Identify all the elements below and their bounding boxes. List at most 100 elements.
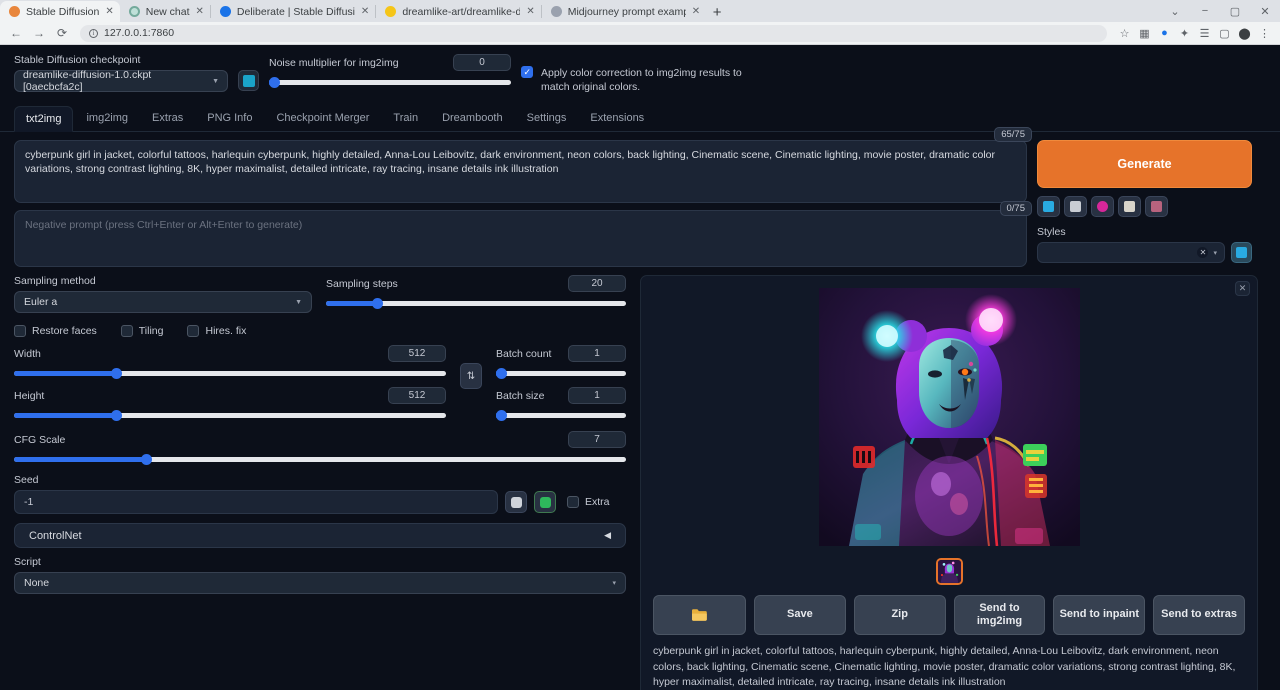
tab-img2img[interactable]: img2img [75,106,139,132]
slider-knob[interactable] [111,368,122,379]
save-style-icon [1151,201,1162,212]
zip-button[interactable]: Zip [854,595,946,635]
tab-dreambooth[interactable]: Dreambooth [431,106,514,132]
tab-settings[interactable]: Settings [516,106,578,132]
slider-knob[interactable] [141,454,152,465]
tab-close-icon[interactable]: ✕ [526,7,534,17]
color-correction-group[interactable]: Apply color correction to img2img result… [521,66,751,94]
tab-close-icon[interactable]: ✕ [105,7,113,17]
forward-icon[interactable]: → [29,23,49,43]
apply-style-button[interactable] [1231,242,1252,263]
open-folder-button[interactable] [653,595,746,635]
tab-close-icon[interactable]: ✕ [196,7,204,17]
browser-tab-3[interactable]: dreamlike-art/dreamlike-diffusio ✕ [376,1,540,22]
result-image[interactable] [819,288,1080,546]
minimize-button[interactable]: − [1190,0,1220,22]
sampling-method-select[interactable]: Euler a ▼ [14,291,312,313]
address-bar[interactable]: i 127.0.0.1:7860 [80,25,1107,42]
tab-txt2img[interactable]: txt2img [14,106,73,132]
sampling-steps-value[interactable]: 20 [568,275,626,292]
tiling-checkbox[interactable] [121,325,133,337]
tab-png-info[interactable]: PNG Info [196,106,263,132]
paste-params-button[interactable] [1118,196,1141,217]
tab-extras[interactable]: Extras [141,106,194,132]
noise-multiplier-slider[interactable] [269,75,511,89]
extra-seed-checkbox[interactable] [567,496,579,508]
profile-sync-icon[interactable]: ● [1155,24,1174,43]
browser-tab-2[interactable]: Deliberate | Stable Diffusion Che ✕ [211,1,375,22]
send-to-inpaint-button[interactable]: Send to inpaint [1053,595,1145,635]
extension-puzzle-icon[interactable]: ✦ [1175,24,1194,43]
tab-search-icon[interactable]: ⌄ [1160,0,1190,22]
restore-faces-toggle[interactable]: Restore faces [14,325,97,337]
script-select[interactable]: None ▾ [14,572,626,594]
save-style-button[interactable] [1145,196,1168,217]
hires-fix-toggle[interactable]: Hires. fix [187,325,246,337]
bookmark-star-icon[interactable]: ☆ [1115,24,1134,43]
restore-progress-button[interactable] [1037,196,1060,217]
width-slider[interactable] [14,366,446,380]
prompt-input[interactable]: cyberpunk girl in jacket, colorful tatto… [14,140,1027,203]
maximize-button[interactable]: ▢ [1220,0,1250,22]
folder-open-icon [691,608,708,622]
sampling-steps-slider[interactable] [326,296,626,310]
hires-fix-checkbox[interactable] [187,325,199,337]
send-to-img2img-button[interactable]: Send to img2img [954,595,1046,635]
reading-list-icon[interactable]: ☰ [1195,24,1214,43]
close-image-button[interactable]: ✕ [1235,281,1250,296]
refresh-checkpoint-button[interactable] [238,70,259,91]
slider-knob[interactable] [111,410,122,421]
browser-tab-0[interactable]: Stable Diffusion ✕ [0,1,120,22]
send-to-extras-button[interactable]: Send to extras [1153,595,1245,635]
slider-knob[interactable] [269,77,280,88]
sidepanel-icon[interactable]: ▢ [1215,24,1234,43]
save-button[interactable]: Save [754,595,846,635]
tab-train[interactable]: Train [382,106,429,132]
checkpoint-select[interactable]: dreamlike-diffusion-1.0.ckpt [0aecbcfa2c… [14,70,228,92]
new-tab-button[interactable]: + [706,2,728,22]
styles-select[interactable]: ✕ ▾ [1037,242,1225,263]
random-seed-button[interactable] [505,491,527,513]
cfg-scale-slider[interactable] [14,452,626,466]
tiling-toggle[interactable]: Tiling [121,325,164,337]
seed-input[interactable]: -1 [14,490,498,514]
extensions-icon[interactable]: ▦ [1135,24,1154,43]
generate-button[interactable]: Generate [1037,140,1252,188]
height-value[interactable]: 512 [388,387,446,404]
batch-count-value[interactable]: 1 [568,345,626,362]
back-icon[interactable]: ← [6,23,26,43]
slider-knob[interactable] [496,368,507,379]
reuse-seed-button[interactable] [534,491,556,513]
controlnet-accordion[interactable]: ControlNet ◀ [14,523,626,548]
height-slider[interactable] [14,408,446,422]
color-correction-checkbox[interactable] [521,66,533,78]
browser-tab-4[interactable]: Midjourney prompt examples : L ✕ [542,1,706,22]
tab-close-icon[interactable]: ✕ [692,7,700,17]
batch-size-slider[interactable] [496,408,626,422]
tab-checkpoint-merger[interactable]: Checkpoint Merger [265,106,380,132]
site-info-icon[interactable]: i [89,29,98,38]
tab-extensions[interactable]: Extensions [579,106,655,132]
width-value[interactable]: 512 [388,345,446,362]
tab-close-icon[interactable]: ✕ [361,7,369,17]
show-extra-networks-button[interactable] [1091,196,1114,217]
noise-multiplier-value[interactable]: 0 [453,54,511,71]
slider-knob[interactable] [372,298,383,309]
swap-dimensions-button[interactable]: ⇅ [460,363,482,389]
close-window-button[interactable]: ✕ [1250,0,1280,22]
chevron-down-icon[interactable]: ▾ [1213,249,1217,257]
negative-prompt-input[interactable]: Negative prompt (press Ctrl+Enter or Alt… [14,210,1027,267]
browser-menu-icon[interactable]: ⋮ [1255,24,1274,43]
batch-size-value[interactable]: 1 [568,387,626,404]
result-thumbnail-1[interactable] [936,558,963,585]
clear-prompt-button[interactable] [1064,196,1087,217]
account-icon[interactable]: ⬤ [1235,24,1254,43]
clear-styles-icon[interactable]: ✕ [1197,247,1208,258]
reload-icon[interactable]: ⟳ [52,23,72,43]
extra-seed-toggle[interactable]: Extra [567,496,610,508]
browser-tab-1[interactable]: New chat ✕ [120,1,210,22]
batch-count-slider[interactable] [496,366,626,380]
slider-knob[interactable] [496,410,507,421]
restore-faces-checkbox[interactable] [14,325,26,337]
cfg-scale-value[interactable]: 7 [568,431,626,448]
